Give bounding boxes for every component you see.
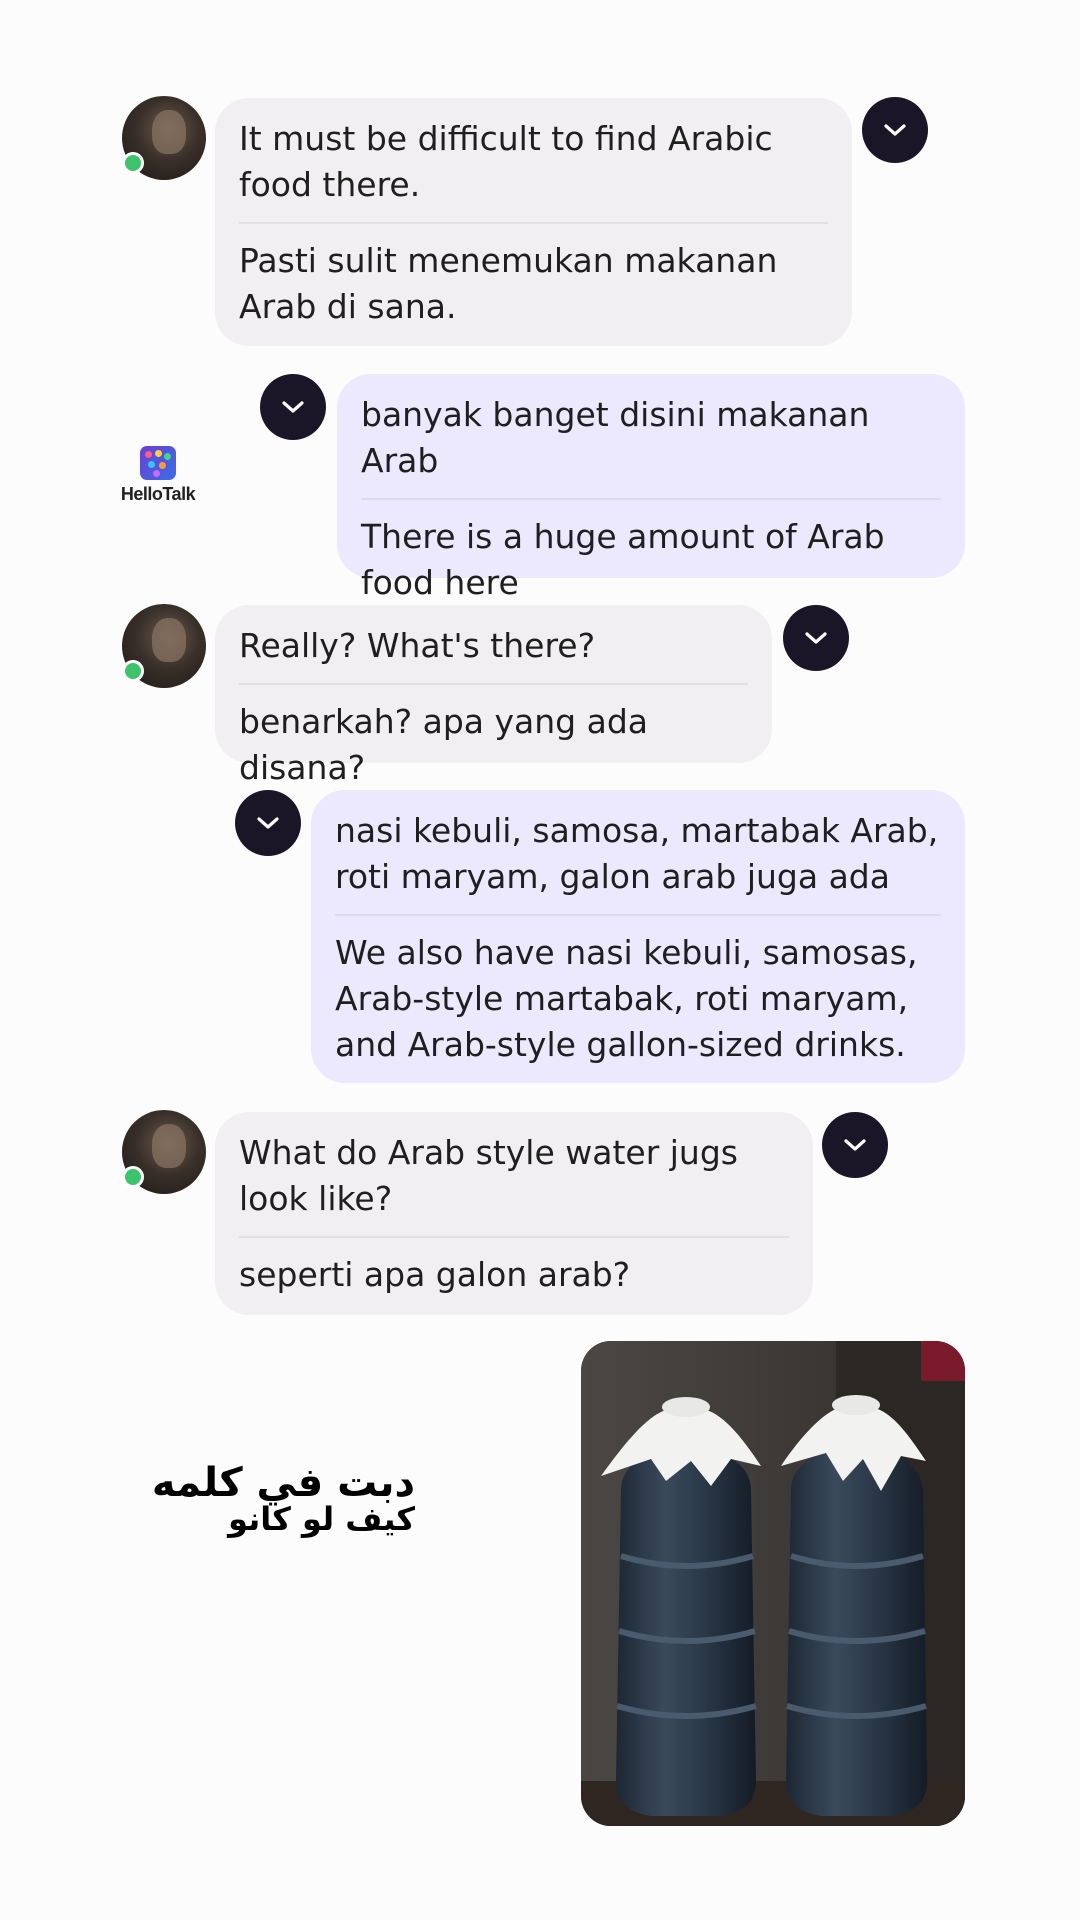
message-text: What do Arab style water jugs look like? bbox=[239, 1133, 738, 1218]
avatar-face bbox=[152, 110, 186, 154]
message-text: banyak banget disini makanan Arab bbox=[361, 395, 870, 480]
photo-message[interactable] bbox=[581, 1341, 965, 1826]
hellotalk-logo-label: HelloTalk bbox=[120, 484, 196, 504]
online-status-dot bbox=[122, 1166, 144, 1188]
message-bubble-incoming[interactable]: It must be difficult to find Arabic food… bbox=[215, 98, 852, 346]
message-translation: benarkah? apa yang ada disana? bbox=[239, 702, 649, 787]
message-bubble-outgoing[interactable]: nasi kebuli, samosa, martabak Arab, roti… bbox=[311, 790, 965, 1083]
translation-divider bbox=[239, 1236, 789, 1238]
message-bubble-incoming[interactable]: Really? What's there? benarkah? apa yang… bbox=[215, 605, 772, 787]
message-translation: seperti apa galon arab? bbox=[239, 1255, 631, 1294]
message-translation: Pasti sulit menemukan makanan Arab di sa… bbox=[239, 241, 778, 326]
translation-divider bbox=[361, 498, 941, 500]
hellotalk-logo: HelloTalk bbox=[113, 446, 203, 505]
online-status-dot bbox=[122, 660, 144, 682]
message-menu-button[interactable] bbox=[783, 605, 849, 671]
translation-divider bbox=[239, 683, 748, 685]
message-translation: There is a huge amount of Arab food here bbox=[361, 517, 885, 602]
message-text: nasi kebuli, samosa, martabak Arab, roti… bbox=[335, 811, 939, 896]
message-translation: We also have nasi kebuli, samosas, Arab-… bbox=[335, 933, 918, 1064]
message-menu-button[interactable] bbox=[260, 374, 326, 440]
user-avatar[interactable] bbox=[122, 96, 206, 180]
user-avatar[interactable] bbox=[122, 604, 206, 688]
avatar-face bbox=[152, 618, 186, 662]
overlay-caption-line2: كيف لو كانو bbox=[228, 1500, 415, 1538]
message-text: It must be difficult to find Arabic food… bbox=[239, 119, 773, 204]
online-status-dot bbox=[122, 152, 144, 174]
chevron-down-icon bbox=[257, 817, 279, 829]
hellotalk-logo-icon bbox=[140, 446, 176, 480]
message-bubble-outgoing[interactable]: banyak banget disini makanan Arab There … bbox=[337, 374, 965, 602]
chevron-down-icon bbox=[282, 401, 304, 413]
message-menu-button[interactable] bbox=[235, 790, 301, 856]
chat-screen: It must be difficult to find Arabic food… bbox=[0, 0, 1080, 1920]
message-text: Really? What's there? bbox=[239, 626, 596, 665]
message-menu-button[interactable] bbox=[822, 1112, 888, 1178]
translation-divider bbox=[239, 222, 828, 224]
water-jugs-image bbox=[581, 1341, 965, 1826]
chevron-down-icon bbox=[805, 632, 827, 644]
chevron-down-icon bbox=[844, 1139, 866, 1151]
avatar-face bbox=[152, 1124, 186, 1168]
user-avatar[interactable] bbox=[122, 1110, 206, 1194]
message-bubble-incoming[interactable]: What do Arab style water jugs look like?… bbox=[215, 1112, 813, 1315]
chevron-down-icon bbox=[884, 124, 906, 136]
translation-divider bbox=[335, 914, 941, 916]
message-menu-button[interactable] bbox=[862, 97, 928, 163]
